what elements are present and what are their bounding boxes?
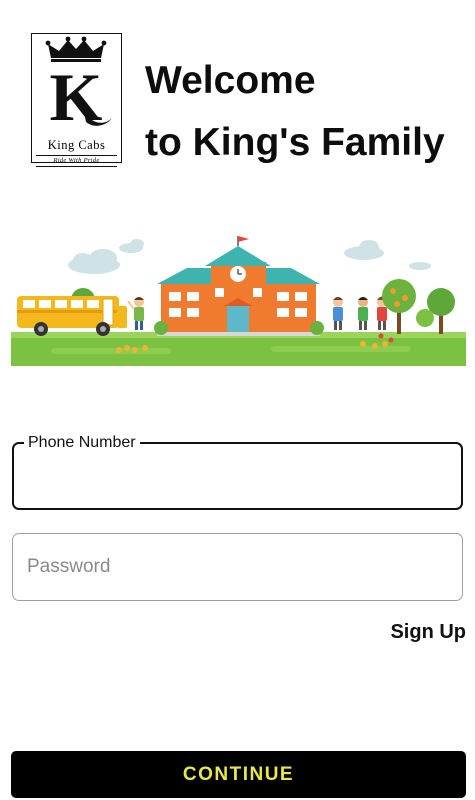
title-line-2: to King's Family bbox=[145, 121, 445, 164]
school-scene-illustration bbox=[11, 236, 466, 366]
phone-number-field[interactable]: Phone Number bbox=[12, 434, 463, 510]
page-title: Welcome to King's Family bbox=[145, 50, 445, 174]
title-line-1: Welcome bbox=[145, 59, 316, 102]
king-cabs-logo: K King Cabs Ride With Pride bbox=[31, 33, 122, 167]
sign-up-link[interactable]: Sign Up bbox=[390, 620, 466, 644]
phone-number-input[interactable] bbox=[14, 444, 461, 508]
crown-icon: K bbox=[45, 36, 112, 135]
logo-brand-text: King Cabs bbox=[47, 138, 106, 152]
continue-button[interactable]: CONTINUE bbox=[11, 751, 466, 798]
password-field[interactable] bbox=[12, 533, 463, 601]
password-input[interactable] bbox=[13, 534, 462, 600]
logo-tagline: Ride With Pride bbox=[36, 155, 117, 167]
